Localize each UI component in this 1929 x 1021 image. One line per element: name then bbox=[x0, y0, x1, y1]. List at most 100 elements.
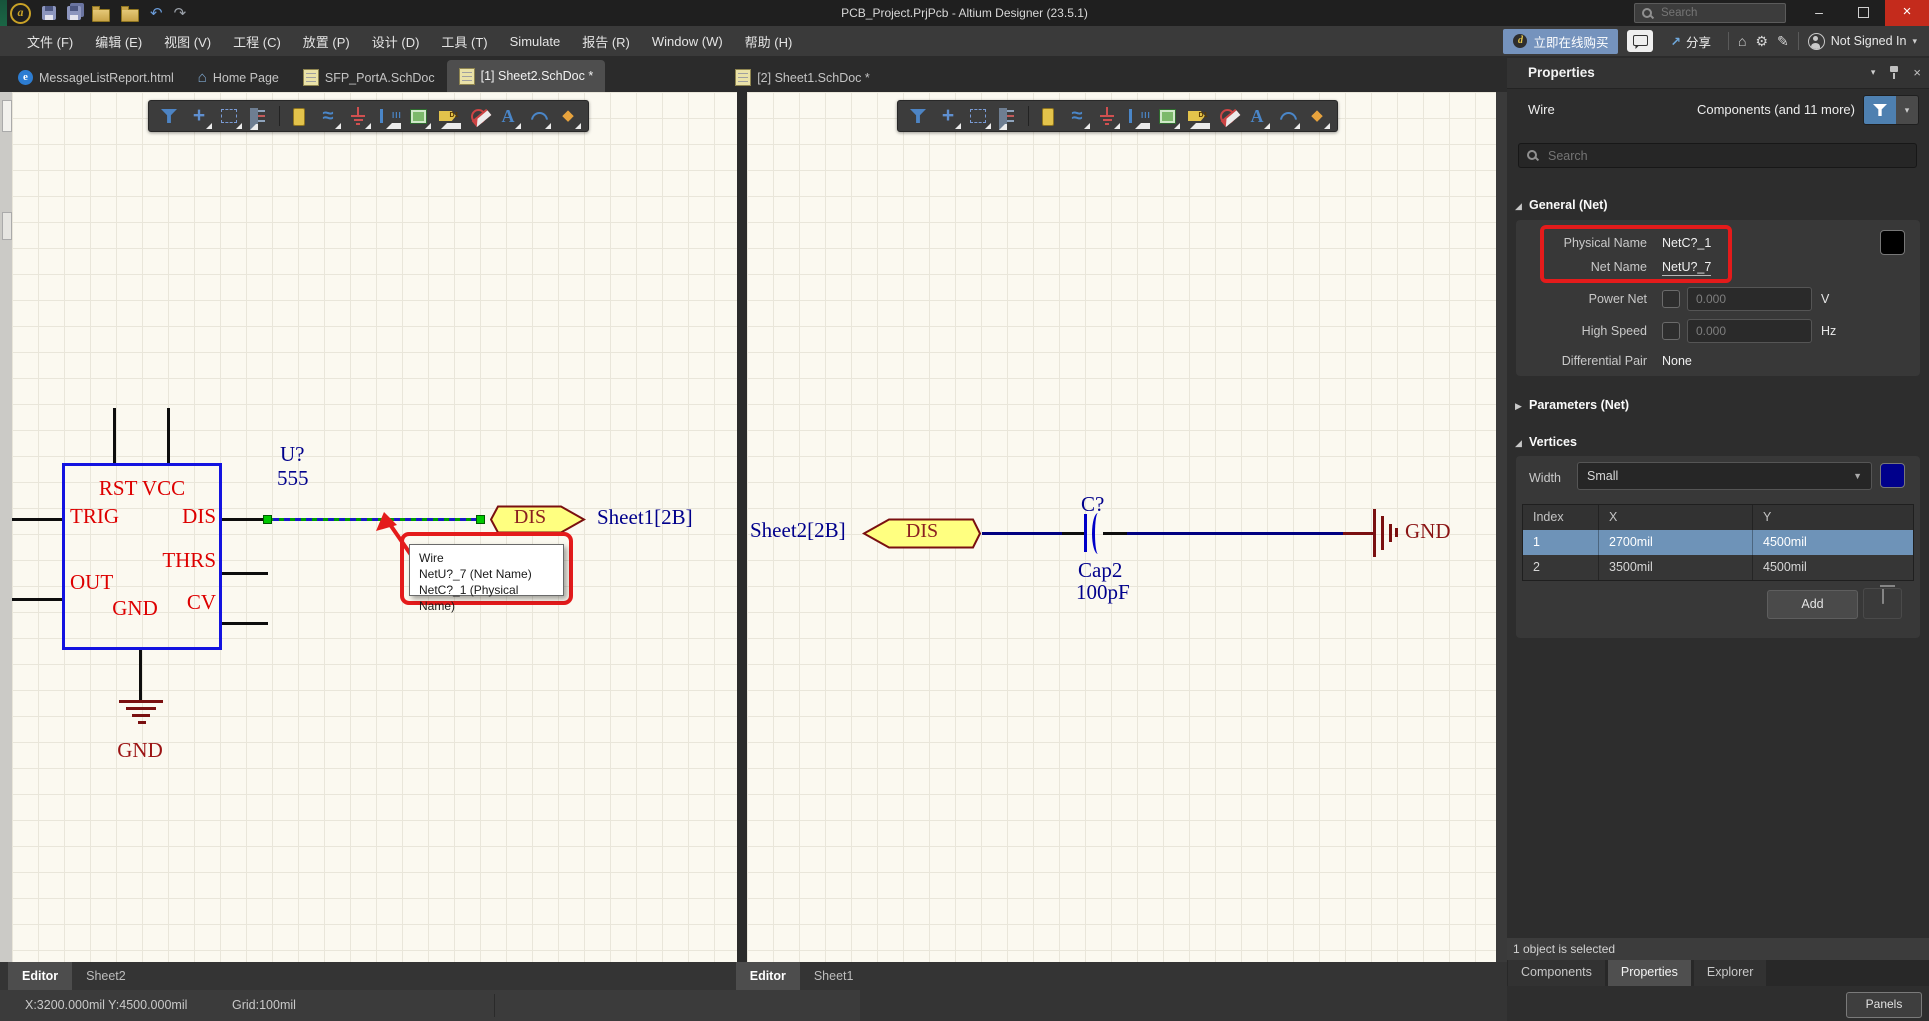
gnd-symbol-bar[interactable] bbox=[1373, 509, 1376, 557]
move-selection-icon[interactable]: + bbox=[936, 104, 960, 128]
align-icon[interactable] bbox=[247, 104, 271, 128]
place-harness-icon[interactable] bbox=[1125, 104, 1149, 128]
delete-vertex-button[interactable] bbox=[1863, 588, 1902, 619]
high-speed-checkbox[interactable] bbox=[1662, 322, 1680, 340]
menu-simulate[interactable]: Simulate bbox=[499, 34, 572, 49]
width-dropdown[interactable]: Small ▼ bbox=[1577, 462, 1872, 490]
high-speed-input[interactable] bbox=[1688, 320, 1811, 342]
tab-properties[interactable]: Properties bbox=[1608, 960, 1691, 986]
select-area-icon[interactable] bbox=[217, 104, 241, 128]
place-wire-icon[interactable]: ≈ bbox=[316, 104, 340, 128]
settings-gear-icon[interactable]: ⚙ bbox=[1755, 33, 1768, 50]
pin-label-rst-vcc[interactable]: RST VCC bbox=[62, 476, 222, 501]
pin-label-dis[interactable]: DIS bbox=[152, 504, 216, 529]
wire-color-swatch[interactable] bbox=[1880, 463, 1905, 488]
gnd-symbol-bar[interactable] bbox=[1395, 528, 1398, 537]
selection-handle[interactable] bbox=[476, 515, 485, 524]
power-port-gnd-label[interactable]: GND bbox=[1405, 519, 1451, 544]
wire-rst[interactable] bbox=[113, 408, 116, 463]
power-net-checkbox[interactable] bbox=[1662, 290, 1680, 308]
wire-net[interactable] bbox=[982, 532, 1062, 535]
power-net-field[interactable] bbox=[1687, 287, 1812, 311]
align-icon[interactable] bbox=[996, 104, 1020, 128]
properties-search-box[interactable] bbox=[1518, 143, 1917, 168]
home-icon[interactable]: ⌂ bbox=[1738, 33, 1746, 49]
gnd-symbol-bar[interactable] bbox=[119, 700, 163, 703]
gnd-symbol-bar[interactable] bbox=[138, 721, 146, 724]
save-icon[interactable] bbox=[42, 6, 56, 20]
sign-in-menu[interactable]: Not Signed In ▾ bbox=[1808, 33, 1921, 50]
pin-panel-icon[interactable] bbox=[1888, 65, 1900, 80]
vertex-row-2[interactable]: 2 3500mil 4500mil bbox=[1523, 555, 1913, 580]
buy-online-button[interactable]: d 立即在线购买 bbox=[1503, 29, 1618, 54]
menu-help[interactable]: 帮助 (H) bbox=[734, 32, 804, 51]
place-arc-icon[interactable] bbox=[526, 104, 550, 128]
place-power-port-icon[interactable] bbox=[1095, 104, 1119, 128]
wire-gnd[interactable] bbox=[139, 650, 142, 700]
net-color-swatch[interactable] bbox=[1880, 230, 1905, 255]
place-junction-icon[interactable]: ◆ bbox=[556, 104, 580, 128]
place-wire-icon[interactable]: ≈ bbox=[1065, 104, 1089, 128]
right-sheet1-tab[interactable]: Sheet1 bbox=[800, 962, 868, 990]
capacitor-plate[interactable] bbox=[1084, 514, 1087, 552]
close-button[interactable]: × bbox=[1885, 0, 1929, 26]
menu-project[interactable]: 工程 (C) bbox=[222, 32, 292, 51]
no-erc-icon[interactable] bbox=[466, 104, 490, 128]
left-sheet2-tab[interactable]: Sheet2 bbox=[72, 962, 140, 990]
menu-place[interactable]: 放置 (P) bbox=[292, 32, 361, 51]
tab-sheet1-schdoc[interactable]: [2] Sheet1.SchDoc * bbox=[723, 63, 882, 92]
tab-explorer[interactable]: Explorer bbox=[1694, 960, 1767, 986]
canvas-scrollbar-strip[interactable] bbox=[1496, 92, 1507, 962]
wire-net[interactable] bbox=[1127, 532, 1343, 535]
filter-funnel-button[interactable] bbox=[1864, 96, 1896, 124]
menu-tools[interactable]: 工具 (T) bbox=[430, 32, 498, 51]
left-editor-tab[interactable]: Editor bbox=[8, 962, 72, 990]
power-port-gnd-label[interactable]: GND bbox=[104, 738, 176, 763]
place-power-port-icon[interactable] bbox=[346, 104, 370, 128]
menu-design[interactable]: 设计 (D) bbox=[361, 32, 431, 51]
wire-out[interactable] bbox=[12, 598, 62, 601]
no-erc-icon[interactable] bbox=[1215, 104, 1239, 128]
pin-label-out[interactable]: OUT bbox=[70, 570, 113, 595]
place-port-icon[interactable] bbox=[1185, 104, 1209, 128]
pin-cv-stub[interactable] bbox=[222, 622, 268, 625]
gnd-symbol-bar[interactable] bbox=[126, 707, 156, 710]
add-vertex-button[interactable]: Add bbox=[1767, 590, 1858, 619]
save-all-icon[interactable] bbox=[67, 6, 81, 20]
menu-file[interactable]: 文件 (F) bbox=[16, 32, 84, 51]
section-general-net[interactable]: ◢General (Net) bbox=[1515, 198, 1608, 212]
panels-button[interactable]: Panels bbox=[1846, 992, 1922, 1018]
wire-vcc[interactable] bbox=[167, 408, 170, 463]
place-text-icon[interactable]: A bbox=[1245, 104, 1269, 128]
power-net-input[interactable] bbox=[1688, 288, 1811, 310]
component-designator[interactable]: C? bbox=[1081, 492, 1104, 517]
move-selection-icon[interactable]: + bbox=[187, 104, 211, 128]
port-dis-label[interactable]: DIS bbox=[887, 520, 957, 543]
pin-dis-stub[interactable] bbox=[222, 518, 268, 521]
selection-handle[interactable] bbox=[263, 515, 272, 524]
place-harness-icon[interactable] bbox=[376, 104, 400, 128]
place-part-icon[interactable] bbox=[286, 104, 310, 128]
place-sheet-symbol-icon[interactable] bbox=[406, 104, 430, 128]
schematic-canvas-sheet1[interactable]: + ≈ A ◆ Sheet2[2B] DIS bbox=[747, 92, 1496, 962]
menu-reports[interactable]: 报告 (R) bbox=[571, 32, 641, 51]
cap-pin-1[interactable] bbox=[1062, 532, 1084, 535]
tab-components[interactable]: Components bbox=[1508, 960, 1605, 986]
comment-button[interactable] bbox=[1627, 30, 1653, 52]
select-area-icon[interactable] bbox=[966, 104, 990, 128]
place-part-icon[interactable] bbox=[1035, 104, 1059, 128]
cap-pin-2[interactable] bbox=[1103, 532, 1127, 535]
global-search-input[interactable] bbox=[1659, 6, 1779, 20]
global-search-box[interactable] bbox=[1634, 3, 1786, 23]
high-speed-field[interactable] bbox=[1687, 319, 1812, 343]
component-comment[interactable]: 555 bbox=[277, 466, 309, 491]
menu-window[interactable]: Window (W) bbox=[641, 34, 734, 49]
pin-label-thrs[interactable]: THRS bbox=[137, 548, 216, 573]
undo-icon[interactable]: ↶ bbox=[150, 4, 163, 22]
pin-label-trig[interactable]: TRIG bbox=[70, 504, 119, 529]
pin-thrs-stub[interactable] bbox=[222, 572, 268, 575]
panel-menu-icon[interactable]: ▾ bbox=[1871, 67, 1876, 78]
filter-icon[interactable] bbox=[157, 104, 181, 128]
place-sheet-symbol-icon[interactable] bbox=[1155, 104, 1179, 128]
filter-dropdown-button[interactable]: ▾ bbox=[1896, 96, 1918, 124]
